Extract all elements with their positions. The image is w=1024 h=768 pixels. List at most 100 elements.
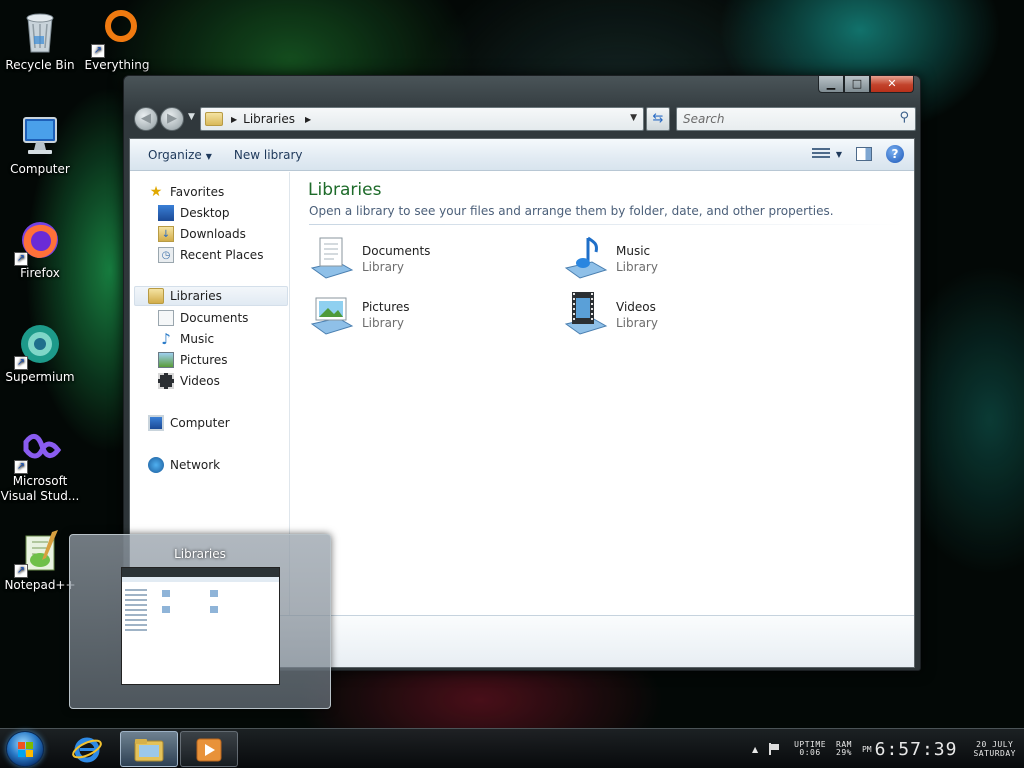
desktop-icon-label: Firefox [20, 266, 60, 280]
desktop-icon-everything[interactable]: ↗ Everything [77, 8, 157, 73]
film-strip-icon [158, 373, 174, 389]
library-type: Library [616, 260, 658, 274]
nav-item-pictures[interactable]: Pictures [158, 350, 228, 370]
nav-item-libraries[interactable]: Libraries [134, 286, 288, 306]
music-note-icon: ♪ [161, 330, 171, 348]
uptime-value: 0:06 [799, 748, 821, 757]
forward-button[interactable]: ▶ [160, 107, 184, 131]
desktop-icon-label: Microsoft Visual Stud... [0, 474, 80, 503]
taskbar-internet-explorer[interactable] [62, 731, 112, 767]
chevron-down-icon: ▼ [188, 112, 195, 122]
change-view-button[interactable]: ▼ [811, 146, 842, 162]
nav-item-documents[interactable]: Documents [158, 308, 248, 328]
page-subtitle: Open a library to see your files and arr… [309, 204, 834, 218]
library-pictures[interactable]: Pictures Library [308, 290, 528, 340]
nav-item-label: Pictures [180, 353, 228, 367]
back-button[interactable]: ◀ [134, 107, 158, 131]
search-placeholder: Search [683, 112, 725, 126]
nav-item-downloads[interactable]: ↓ Downloads [158, 224, 246, 244]
address-bar[interactable]: ▶ Libraries ▶ ▼ [200, 107, 644, 131]
close-button[interactable]: ✕ [870, 76, 914, 93]
nav-item-label: Libraries [170, 289, 222, 303]
nav-item-network[interactable]: Network [148, 455, 220, 475]
taskbar-windows-explorer[interactable] [120, 731, 178, 767]
library-type: Library [362, 260, 404, 274]
new-library-button[interactable]: New library [222, 148, 313, 162]
breadcrumb-arrow-icon[interactable]: ▶ [231, 115, 237, 124]
downloads-icon: ↓ [158, 226, 174, 242]
recent-pages-dropdown[interactable]: ▼ [188, 112, 195, 122]
library-type: Library [362, 316, 404, 330]
computer-icon [16, 112, 64, 160]
uptime-widget: UPTIME 0:06 [794, 741, 826, 757]
firefox-icon: ↗ [14, 216, 64, 266]
breadcrumb-arrow-icon[interactable]: ▶ [305, 115, 311, 124]
desktop-icon-supermium[interactable]: ↗ Supermium [0, 320, 80, 385]
show-hidden-icons-icon[interactable]: ▲ [752, 745, 758, 754]
nav-item-videos[interactable]: Videos [158, 371, 220, 391]
help-icon[interactable]: ? [886, 145, 904, 163]
desktop-icon-firefox[interactable]: ↗ Firefox [0, 216, 80, 281]
desktop-icon [158, 205, 174, 221]
caption-buttons: ▁ □ ✕ [818, 76, 914, 93]
command-bar: Organize ▼ New library ▼ ? [130, 139, 914, 171]
nav-item-favorites[interactable]: ★ Favorites [148, 182, 225, 202]
minimize-button[interactable]: ▁ [818, 76, 844, 93]
view-options-icon [811, 146, 830, 162]
network-globe-icon [148, 457, 164, 473]
library-videos[interactable]: Videos Library [562, 290, 782, 340]
nav-item-label: Network [170, 458, 221, 472]
clock-date[interactable]: 20 JULY SATURDAY [973, 740, 1016, 758]
taskbar-media-player[interactable] [180, 731, 238, 767]
nav-item-label: Computer [170, 416, 230, 430]
shortcut-arrow-icon: ↗ [14, 356, 28, 370]
nav-item-desktop[interactable]: Desktop [158, 203, 230, 223]
refresh-icon: ⇆ [652, 111, 664, 126]
organize-button[interactable]: Organize ▼ [130, 148, 222, 162]
thumbnail-nav-lines [125, 586, 155, 634]
navigation-bar: ◀ ▶ ▼ ▶ Libraries ▶ ▼ ⇆ Search ⚲ [130, 104, 916, 134]
preview-pane-icon[interactable] [856, 147, 872, 161]
nav-item-recent-places[interactable]: ◷ Recent Places [158, 245, 263, 265]
date-label: 20 JULY [976, 740, 1014, 749]
start-button[interactable] [6, 731, 44, 767]
chevron-down-icon: ▼ [835, 149, 842, 159]
nav-item-music[interactable]: ♪ Music [158, 329, 214, 349]
desktop-icon-visual-studio[interactable]: ↗ Microsoft Visual Stud... [0, 424, 80, 504]
folder-icon [134, 739, 164, 762]
shortcut-arrow-icon: ↗ [91, 44, 105, 58]
windows-logo-icon [18, 742, 34, 758]
library-name: Music [616, 244, 651, 258]
nav-item-label: Downloads [180, 227, 246, 241]
libraries-folder-icon [205, 112, 223, 126]
library-music[interactable]: Music Library [562, 234, 782, 284]
library-name: Pictures [362, 300, 410, 314]
music-library-icon [562, 234, 610, 282]
desktop-icon-recycle-bin[interactable]: Recycle Bin [0, 8, 80, 73]
chevron-down-icon: ▼ [205, 151, 212, 161]
desktop-icon-computer[interactable]: Computer [0, 112, 80, 177]
library-name: Documents [362, 244, 431, 258]
library-documents[interactable]: Documents Library [308, 234, 528, 284]
thumbnail-image[interactable] [121, 567, 280, 685]
everything-icon: ↗ [91, 8, 141, 58]
action-center-flag-icon[interactable] [768, 743, 780, 755]
media-player-icon [196, 738, 222, 762]
address-history-dropdown[interactable]: ▼ [630, 113, 637, 123]
nav-item-label: Desktop [180, 206, 230, 220]
maximize-button[interactable]: □ [844, 76, 870, 93]
taskbar-thumbnail-preview[interactable]: Libraries [69, 534, 331, 709]
breadcrumb-libraries[interactable]: Libraries [243, 112, 295, 126]
shortcut-arrow-icon: ↗ [14, 564, 28, 578]
day-label: SATURDAY [973, 749, 1016, 758]
search-input[interactable]: Search ⚲ [676, 107, 916, 131]
refresh-button[interactable]: ⇆ [646, 107, 670, 131]
search-icon[interactable]: ⚲ [899, 110, 909, 125]
shortcut-arrow-icon: ↗ [14, 252, 28, 266]
ram-value: 29% [836, 748, 852, 757]
nav-item-computer[interactable]: Computer [148, 413, 230, 433]
nav-item-label: Favorites [170, 185, 225, 199]
desktop-icon-notepad-plus-plus[interactable]: ↗ Notepad++ [0, 528, 80, 593]
clock-time[interactable]: 6:57:39 [875, 739, 958, 760]
title-divider [309, 224, 904, 225]
